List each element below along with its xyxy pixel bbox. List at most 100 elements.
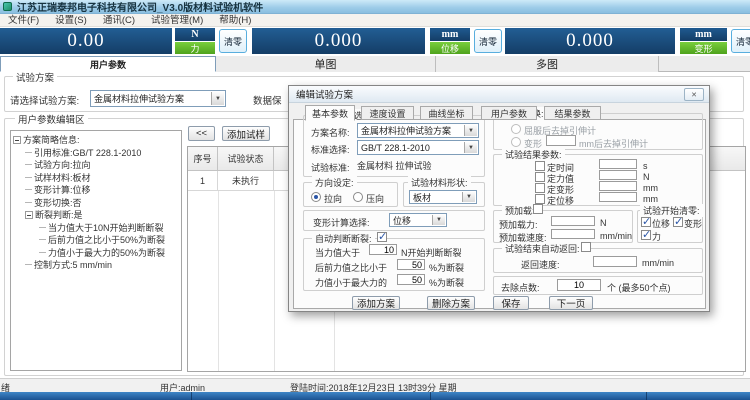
zero-deform-checkbox[interactable] bbox=[673, 217, 683, 227]
remove-points-input[interactable] bbox=[557, 279, 601, 291]
dropdown-arrow-icon[interactable] bbox=[432, 215, 445, 225]
tension-radio[interactable] bbox=[311, 192, 321, 202]
auto-return-group-title: 试验结束自动返回: bbox=[502, 242, 583, 255]
delete-plan-button[interactable]: 删除方案 bbox=[427, 296, 475, 310]
add-plan-button[interactable]: 添加方案 bbox=[352, 296, 400, 310]
dropdown-arrow-icon[interactable] bbox=[464, 142, 477, 153]
fixed-force-checkbox[interactable] bbox=[535, 172, 545, 182]
tree-item[interactable]: 变形切换:否 bbox=[13, 197, 179, 210]
collapse-node-icon[interactable] bbox=[25, 211, 33, 219]
scheme-group-title: 试验方案 bbox=[13, 70, 57, 84]
tree-item[interactable]: 变形计算:位移 bbox=[13, 184, 179, 197]
dropdown-arrow-icon[interactable] bbox=[462, 192, 475, 202]
deform-calc-label: 变形计算选择: bbox=[313, 216, 370, 229]
column-header-status: 试验状态 bbox=[218, 147, 274, 171]
zero-disp-label: 位移 bbox=[652, 217, 670, 230]
force-clear-button[interactable]: 清零 bbox=[219, 29, 247, 53]
dialog-title: 编辑试验方案 bbox=[296, 87, 353, 101]
collapse-node-icon[interactable] bbox=[13, 136, 21, 144]
fixed-deform-checkbox[interactable] bbox=[535, 183, 545, 193]
compression-radio[interactable] bbox=[353, 192, 363, 202]
preload-speed-input[interactable] bbox=[551, 229, 595, 239]
edit-plan-dialog: 编辑试验方案 基本参数 速度设置 曲线坐标 用户参数 结果参数 方案编辑/选择:… bbox=[288, 85, 710, 312]
material-shape-select[interactable]: 板材 bbox=[409, 190, 477, 204]
break-ratio-input[interactable] bbox=[397, 259, 425, 270]
tree-item[interactable]: 后前力值之比小于50%为断裂 bbox=[13, 234, 179, 247]
fixed-disp-unit: mm bbox=[643, 194, 658, 204]
table-row-cell-status[interactable]: 未执行 bbox=[218, 171, 274, 191]
menu-file[interactable]: 文件(F) bbox=[0, 14, 47, 27]
tab-single-graph[interactable]: 单图 bbox=[216, 56, 436, 72]
table-row-cell-no[interactable]: 1 bbox=[188, 171, 218, 191]
dialog-title-bar[interactable]: 编辑试验方案 bbox=[289, 86, 709, 103]
tab-multi-graph[interactable]: 多图 bbox=[436, 56, 659, 72]
deform-channel-label: 变形 bbox=[680, 42, 727, 54]
zero-disp-checkbox[interactable] bbox=[641, 217, 651, 227]
deform-unit: mm bbox=[680, 28, 727, 41]
tree-root[interactable]: 方案简略信息: bbox=[13, 134, 179, 147]
deform-value-display: 0.000 bbox=[505, 28, 675, 54]
zero-force-checkbox[interactable] bbox=[641, 230, 651, 240]
standard-select-label: 标准选择: bbox=[311, 143, 350, 156]
plan-name-select[interactable]: 金属材料拉伸试验方案 bbox=[357, 123, 479, 138]
editor-group-title: 用户参数编辑区 bbox=[15, 112, 88, 126]
menu-settings[interactable]: 设置(S) bbox=[47, 14, 95, 27]
displacement-value-display: 0.000 bbox=[252, 28, 425, 54]
tree-item-break[interactable]: 断裂判断:是 bbox=[13, 209, 179, 222]
plan-summary-tree[interactable]: 方案简略信息: 引用标准:GB/T 228.1-2010 试验方向:拉向 试样材… bbox=[10, 130, 182, 371]
deform-remove-radio[interactable] bbox=[511, 137, 521, 147]
save-button[interactable]: 保存 bbox=[493, 296, 529, 310]
break-judge-checkbox[interactable] bbox=[377, 232, 387, 242]
preload-checkbox[interactable] bbox=[533, 204, 543, 214]
fixed-disp-input[interactable] bbox=[599, 192, 637, 202]
fixed-time-checkbox[interactable] bbox=[535, 161, 545, 171]
display-row: 0.00 N 力 清零 0.000 mm 位移 清零 0.000 mm 变形 清… bbox=[0, 27, 750, 56]
fixed-time-input[interactable] bbox=[599, 159, 637, 169]
scheme-select[interactable]: 金属材料拉伸试验方案 bbox=[90, 90, 226, 107]
preload-force-input[interactable] bbox=[551, 216, 595, 226]
menu-test-manage[interactable]: 试验管理(M) bbox=[143, 14, 211, 27]
dialog-tab-user[interactable]: 用户参数 bbox=[481, 106, 537, 120]
fixed-deform-unit: mm bbox=[643, 183, 658, 193]
menu-comm[interactable]: 通讯(C) bbox=[95, 14, 143, 27]
fixed-deform-input[interactable] bbox=[599, 181, 637, 191]
return-speed-input[interactable] bbox=[593, 256, 637, 267]
dropdown-arrow-icon[interactable] bbox=[464, 125, 477, 136]
displacement-unit: mm bbox=[430, 28, 470, 41]
title-bar: 江苏正瑞泰邦电子科技有限公司_V3.0版材料试验机软件 bbox=[0, 0, 750, 14]
fixed-force-input[interactable] bbox=[599, 170, 637, 180]
dropdown-arrow-icon[interactable] bbox=[211, 92, 224, 105]
scheme-select-label: 请选择试验方案: bbox=[10, 93, 79, 107]
zero-deform-label: 变形 bbox=[684, 217, 702, 230]
yield-remove-radio[interactable] bbox=[511, 124, 521, 134]
tree-item[interactable]: 当力值大于10N开始判断断裂 bbox=[13, 222, 179, 235]
tree-item[interactable]: 试样材料:板材 bbox=[13, 172, 179, 185]
break-maxforce-input[interactable] bbox=[397, 274, 425, 285]
dialog-tab-curve[interactable]: 曲线坐标 bbox=[420, 106, 473, 120]
auto-return-checkbox[interactable] bbox=[581, 242, 591, 252]
displacement-channel-label: 位移 bbox=[430, 42, 470, 54]
deform-remove-input[interactable] bbox=[546, 135, 576, 146]
tree-item[interactable]: 力值小于最大力的50%为断裂 bbox=[13, 247, 179, 260]
tree-item[interactable]: 试验方向:拉向 bbox=[13, 159, 179, 172]
tree-item[interactable]: 控制方式:5 mm/min bbox=[13, 259, 179, 272]
break-force-input[interactable] bbox=[369, 244, 397, 255]
dialog-tab-basic[interactable]: 基本参数 bbox=[305, 105, 355, 121]
dialog-tab-result[interactable]: 结果参数 bbox=[544, 106, 601, 120]
standard-select[interactable]: GB/T 228.1-2010 bbox=[357, 140, 479, 155]
deform-calc-select[interactable]: 位移 bbox=[389, 213, 447, 227]
tree-item[interactable]: 引用标准:GB/T 228.1-2010 bbox=[13, 147, 179, 160]
close-icon[interactable] bbox=[684, 88, 704, 101]
deform-clear-button[interactable]: 清零 bbox=[731, 29, 750, 53]
dialog-tab-speed[interactable]: 速度设置 bbox=[361, 106, 414, 120]
fixed-time-unit: s bbox=[643, 161, 648, 171]
next-page-button[interactable]: 下一页 bbox=[549, 296, 593, 310]
collapse-panel-button[interactable]: << bbox=[188, 126, 215, 141]
window-title: 江苏正瑞泰邦电子科技有限公司_V3.0版材料试验机软件 bbox=[17, 0, 263, 14]
add-specimen-button[interactable]: 添加试样 bbox=[222, 126, 270, 141]
column-separator bbox=[218, 191, 219, 371]
displacement-clear-button[interactable]: 清零 bbox=[474, 29, 502, 53]
fixed-disp-checkbox[interactable] bbox=[535, 194, 545, 204]
menu-help[interactable]: 帮助(H) bbox=[211, 14, 259, 27]
menu-bar: 文件(F) 设置(S) 通讯(C) 试验管理(M) 帮助(H) bbox=[0, 14, 750, 27]
